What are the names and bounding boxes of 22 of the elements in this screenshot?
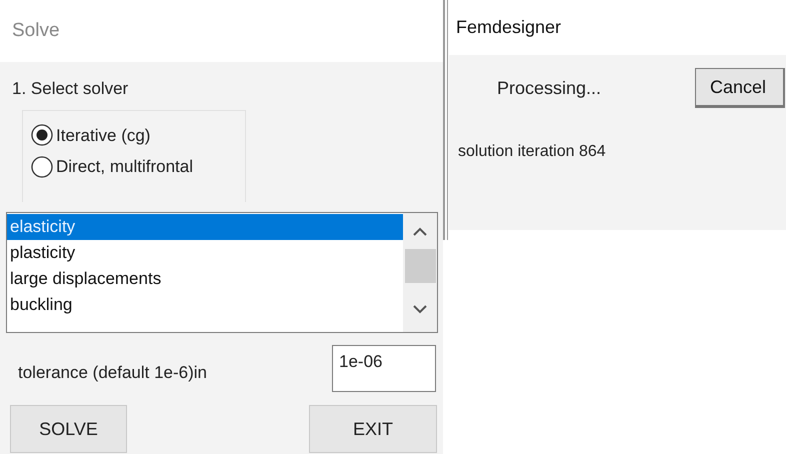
scrollbar-thumb[interactable] [404, 249, 436, 283]
scrollbar[interactable] [403, 213, 437, 332]
status-text: Processing... [497, 77, 602, 100]
list-item[interactable]: plasticity [7, 240, 403, 266]
radio-button[interactable] [31, 156, 53, 178]
tolerance-label: tolerance (default 1e-6)in [18, 362, 208, 384]
list-item[interactable]: elasticity [7, 214, 403, 240]
dialog-title: Femdesigner [456, 16, 562, 39]
section-label: 1. Select solver [12, 78, 128, 100]
panel-title: Solve [12, 18, 60, 43]
list-item[interactable]: buckling [7, 292, 403, 318]
list-item[interactable]: large displacements [7, 266, 403, 292]
message-text: solution iteration 864 [458, 142, 606, 162]
scroll-down-icon[interactable] [413, 305, 427, 314]
scroll-up-icon[interactable] [413, 227, 427, 236]
radio-label[interactable]: Direct, multifrontal [56, 154, 193, 180]
radio-label[interactable]: Iterative (cg) [56, 122, 150, 148]
solve-button[interactable]: SOLVE [10, 405, 127, 453]
tolerance-field[interactable]: 1e-06 [332, 345, 436, 392]
cancel-button[interactable]: Cancel [695, 68, 785, 108]
exit-button[interactable]: EXIT [309, 405, 437, 453]
radio-button[interactable] [31, 124, 53, 146]
